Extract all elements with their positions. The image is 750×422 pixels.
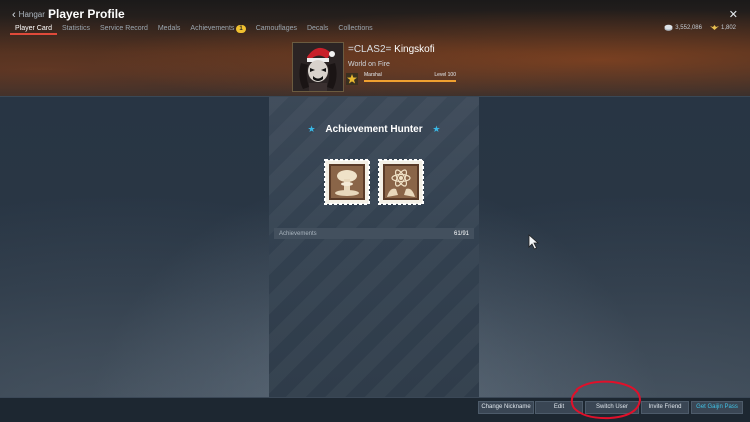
chevron-left-icon: ‹ [12,8,16,21]
tab-medals[interactable]: Medals [153,24,186,35]
level-label: Level 100 [434,72,456,78]
avatar[interactable] [292,42,344,92]
page-title: Player Profile [48,7,125,21]
achievements-count: 61/91 [453,230,469,237]
marshal-rank-icon [346,73,358,85]
tab-player-card[interactable]: Player Card [10,24,57,35]
close-icon[interactable]: ✕ [729,8,738,21]
level-progress-fill [364,80,456,82]
panel-title: Achievement Hunter [325,124,423,135]
achievements-label: Achievements [279,230,317,237]
level-progress-bar [364,80,456,82]
clan-tag: =CLAS2= [348,44,392,55]
silver-lions: 3,552,086 [664,24,702,31]
nickname: Kingskofi [394,44,435,55]
panel-title-row: ★ Achievement Hunter ★ [269,124,479,135]
back-label: Hangar [18,10,45,19]
player-title: World on Fire [348,61,390,68]
tab-achievements[interactable]: Achievements 1 [185,24,250,35]
mouse-cursor-icon [528,234,540,250]
mushroom-cloud-icon[interactable] [324,159,370,205]
atom-hands-icon[interactable] [378,159,424,205]
tab-collections[interactable]: Collections [333,24,377,35]
get-gaijin-pass-button[interactable]: Get Gaijin Pass [691,401,743,414]
achievement-hunter-panel: ★ Achievement Hunter ★ Achievements 61/9… [269,97,479,397]
red-circle-annotation [570,380,642,420]
invite-friend-button[interactable]: Invite Friend [641,401,689,414]
star-icon: ★ [307,124,316,134]
golden-eagles: 1,802 [709,24,736,31]
tab-statistics[interactable]: Statistics [57,24,95,35]
star-icon: ★ [432,124,441,134]
top-bar: ‹ Hangar | Player Profile Player Card St… [0,0,750,36]
profile-tabs: Player Card Statistics Service Record Me… [10,24,378,35]
rank-progress: Marshal Level 100 [364,72,456,82]
avatar-image [293,43,343,91]
change-nickname-button[interactable]: Change Nickname [478,401,534,414]
player-name: =CLAS2= Kingskofi [348,44,435,55]
silver-lions-icon [664,24,673,31]
currency-display: 3,552,086 1,802 [664,24,736,31]
tab-camouflages[interactable]: Camouflages [251,24,302,35]
tab-decals[interactable]: Decals [302,24,333,35]
golden-eagles-icon [709,25,719,30]
back-to-hangar-button[interactable]: ‹ Hangar | [12,8,52,21]
achievements-badge: 1 [236,25,246,33]
rank-name: Marshal [364,72,382,78]
tab-service-record[interactable]: Service Record [95,24,153,35]
achievements-progress-row: Achievements 61/91 [274,228,474,239]
